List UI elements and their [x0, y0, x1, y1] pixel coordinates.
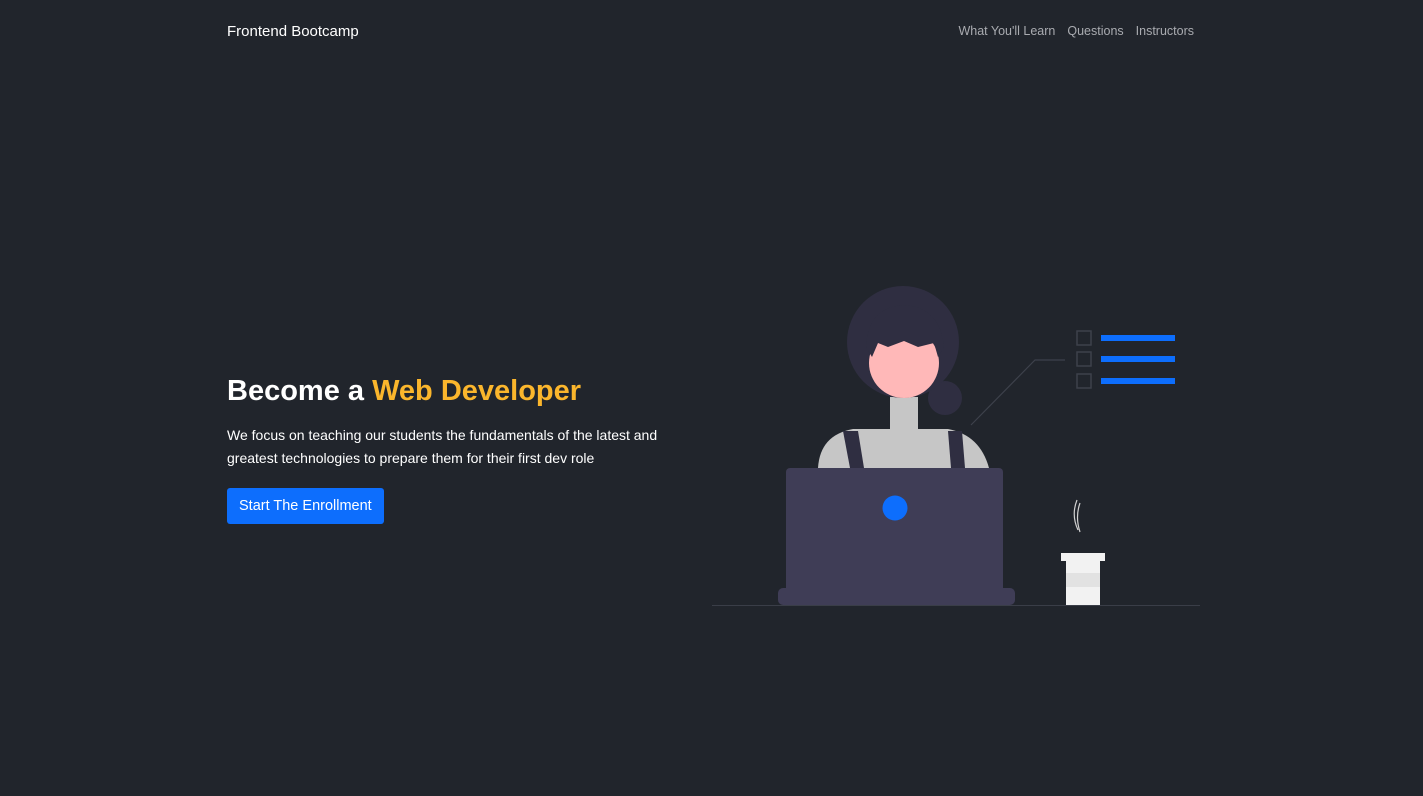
laptop-icon	[778, 468, 1015, 605]
brand-link[interactable]: Frontend Bootcamp	[227, 23, 359, 40]
page: Frontend Bootcamp What You'll Learn Ques…	[0, 0, 1423, 796]
hero-title-prefix: Become a	[227, 375, 373, 407]
connector-line	[970, 359, 1065, 426]
navbar: Frontend Bootcamp What You'll Learn Ques…	[227, 0, 1194, 62]
hero-title: Become a Web Developer	[227, 370, 687, 412]
nav-links: What You'll Learn Questions Instructors	[958, 24, 1194, 38]
checklist-icon	[1076, 330, 1175, 389]
coffee-cup-icon	[1061, 499, 1105, 605]
person-figure	[818, 286, 989, 468]
nav-link-what-youll-learn[interactable]: What You'll Learn	[958, 24, 1055, 38]
laptop-logo	[882, 495, 908, 521]
start-enrollment-button[interactable]: Start The Enrollment	[227, 488, 384, 524]
nav-link-questions[interactable]: Questions	[1067, 24, 1123, 38]
nav-link-instructors[interactable]: Instructors	[1136, 24, 1194, 38]
developer-at-laptop-illustration	[712, 286, 1200, 606]
hero-title-accent: Web Developer	[372, 375, 582, 407]
hero-description: We focus on teaching our students the fu…	[227, 427, 658, 466]
hero-section: Become a Web Developer We focus on teach…	[227, 370, 687, 524]
